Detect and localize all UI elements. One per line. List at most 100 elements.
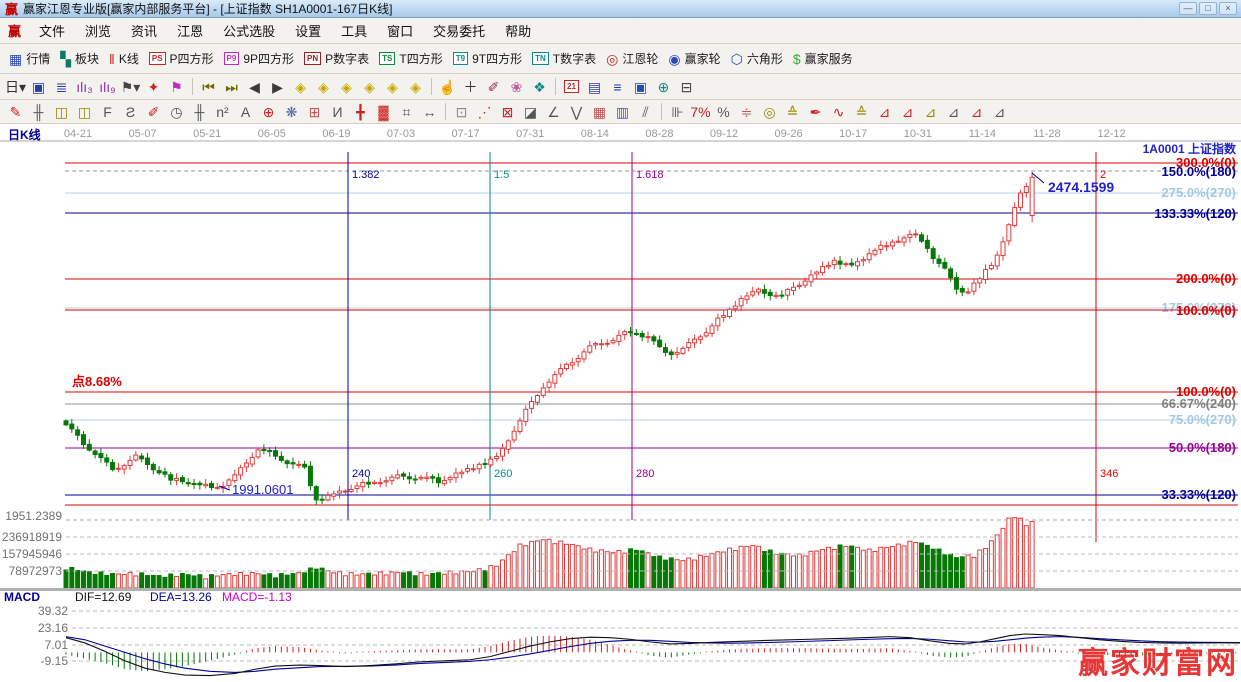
export-web-icon[interactable]: ⊕ xyxy=(652,77,675,97)
ink-tool-icon[interactable]: ✒ xyxy=(804,102,827,122)
ray-box-tool-icon[interactable]: ⊠ xyxy=(496,102,519,122)
four-angle-tool-icon[interactable]: ⊿ xyxy=(988,102,1011,122)
red-grid-tool-icon[interactable]: ▦ xyxy=(588,102,611,122)
gold-channel-tool-icon[interactable]: ≙ xyxy=(850,102,873,122)
menu-item-news[interactable]: 资讯 xyxy=(121,18,167,43)
kline-button[interactable]: ‖K线 xyxy=(104,48,144,69)
sectors-button[interactable]: ▚板块 xyxy=(55,48,104,69)
square-n2-tool-icon[interactable]: n² xyxy=(211,102,234,122)
zoom-h-shrink-icon[interactable]: ◈ xyxy=(358,77,381,97)
j-angle-tool-icon[interactable]: ⊿ xyxy=(873,102,896,122)
last-page-icon[interactable]: ⏭ xyxy=(220,77,243,97)
ruler-grid-tool-icon[interactable]: ╫ xyxy=(188,102,211,122)
menu-item-browse[interactable]: 浏览 xyxy=(75,18,121,43)
v-wave-tool-icon[interactable]: ⋁ xyxy=(565,102,588,122)
brush-tool-icon[interactable]: ✐ xyxy=(142,102,165,122)
street-angle-tool-icon[interactable]: ⊿ xyxy=(942,102,965,122)
menu-item-help[interactable]: 帮助 xyxy=(495,18,541,43)
smart-analysis-icon[interactable]: ❖ xyxy=(528,77,551,97)
first-page-icon[interactable]: ⏮ xyxy=(197,77,220,97)
quote-detail-panel-icon[interactable]: ≣ xyxy=(50,77,73,97)
percent-tool-icon[interactable]: % xyxy=(712,102,735,122)
menu-item-tools[interactable]: 工具 xyxy=(331,18,377,43)
percent-red-tool-icon[interactable]: 7% xyxy=(689,102,712,122)
page-next-icon[interactable]: ▶ xyxy=(266,77,289,97)
span-tool-icon[interactable]: ↔ xyxy=(418,102,441,122)
zoom-right-icon[interactable]: ◈ xyxy=(312,77,335,97)
box-tool-icon[interactable]: ⊡ xyxy=(450,102,473,122)
color-flag-chart-icon[interactable]: ⚑ xyxy=(165,77,188,97)
mirror-tool-icon[interactable]: A xyxy=(234,102,257,122)
gold-angle-tool-icon[interactable]: ⊿ xyxy=(919,102,942,122)
shade-box-tool-icon[interactable]: ◪ xyxy=(519,102,542,122)
menu-item-gann[interactable]: 江恩 xyxy=(167,18,213,43)
flag-marker-dropdown-icon[interactable]: ⚑▾ xyxy=(119,77,142,97)
percent-lines-tool-icon[interactable]: ≑ xyxy=(735,102,758,122)
stats-tool-icon[interactable]: ⊪ xyxy=(666,102,689,122)
web-grid-tool-icon[interactable]: ⊞ xyxy=(303,102,326,122)
close-button[interactable]: × xyxy=(1219,2,1237,15)
multi-window-icon[interactable]: ▣ xyxy=(27,77,50,97)
9p-square-button[interactable]: P99P四方形 xyxy=(219,48,299,69)
quotes-button[interactable]: ▦行情 xyxy=(4,48,55,69)
crosshair-icon[interactable]: ＋ xyxy=(459,77,482,97)
gold-circle-tool-icon[interactable]: ◎ xyxy=(758,102,781,122)
menu-item-formula-stock-pick[interactable]: 公式选股 xyxy=(213,18,285,43)
p-number-table-button[interactable]: PNP数字表 xyxy=(299,48,374,69)
t-square-button[interactable]: TST四方形 xyxy=(374,48,448,69)
gold-grid-tool-icon[interactable]: ◫ xyxy=(50,102,73,122)
grid-tool-icon[interactable]: ╫ xyxy=(27,102,50,122)
god-grid-tool-icon[interactable]: ╋ xyxy=(349,102,372,122)
zoom-left-icon[interactable]: ◈ xyxy=(289,77,312,97)
winner-wheel-button[interactable]: ◉赢家轮 xyxy=(663,48,725,69)
save-icon[interactable]: ▣ xyxy=(629,77,652,97)
menu-item-trade-entrust[interactable]: 交易委托 xyxy=(423,18,495,43)
zoom-out-icon[interactable]: ◈ xyxy=(404,77,427,97)
drag-hand-icon[interactable]: ☝ xyxy=(436,77,459,97)
t-number-table-button[interactable]: TNT数字表 xyxy=(527,48,601,69)
print-icon[interactable]: ⊟ xyxy=(675,77,698,97)
chart-canvas[interactable]: 日K线04-2105-0705-2106-0506-1907-0307-1707… xyxy=(0,124,1241,682)
menu-item-file[interactable]: 文件 xyxy=(29,18,75,43)
indicator-3-chart-icon[interactable]: ılı₃ xyxy=(73,77,96,97)
9t-square-button[interactable]: T99T四方形 xyxy=(448,48,527,69)
f-angle-tool-icon[interactable]: ⊿ xyxy=(896,102,919,122)
hexagon-button[interactable]: ⬡六角形 xyxy=(726,48,788,69)
pattern-search-icon[interactable]: ✦ xyxy=(142,77,165,97)
k-turn-tool-icon[interactable]: И xyxy=(326,102,349,122)
blue-grid-tool-icon[interactable]: ▥ xyxy=(611,102,634,122)
zoom-in-icon[interactable]: ◈ xyxy=(381,77,404,97)
zoom-h-expand-icon[interactable]: ◈ xyxy=(335,77,358,97)
fan-rays-tool-icon[interactable]: ⋰ xyxy=(473,102,496,122)
menu-item-window[interactable]: 窗口 xyxy=(377,18,423,43)
calendar-icon[interactable]: 21 xyxy=(560,77,583,97)
notepad-icon[interactable]: ≡ xyxy=(606,77,629,97)
gold-grid2-tool-icon[interactable]: ◫ xyxy=(73,102,96,122)
win-grid-tool-icon[interactable]: ▓ xyxy=(372,102,395,122)
winner-service-button[interactable]: $赢家服务 xyxy=(788,48,858,69)
win-angle-tool-icon[interactable]: ⊿ xyxy=(965,102,988,122)
minimize-button[interactable]: — xyxy=(1179,2,1197,15)
wave-overlay-tool-icon[interactable]: ∿ xyxy=(827,102,850,122)
gold-line-tool-icon[interactable]: ≙ xyxy=(781,102,804,122)
gann-wheel-button[interactable]: ◎江恩轮 xyxy=(601,48,663,69)
page-prev-icon[interactable]: ◀ xyxy=(243,77,266,97)
time-cycle-tool-icon[interactable]: ◷ xyxy=(165,102,188,122)
dense-grid-tool-icon[interactable]: ⌗ xyxy=(395,102,418,122)
period-selector-dropdown-icon[interactable]: 日▾ xyxy=(4,77,27,97)
slant-lines-tool-icon[interactable]: ⫽ xyxy=(634,102,657,122)
p-square-button[interactable]: PSP四方形 xyxy=(144,48,219,69)
indicator-9-chart-icon[interactable]: ılı₉ xyxy=(96,77,119,97)
gann-wheel-tool-icon[interactable]: ❋ xyxy=(280,102,303,122)
angle-lines-tool-icon[interactable]: ∠ xyxy=(542,102,565,122)
angle-measure-icon[interactable]: ✐ xyxy=(482,77,505,97)
pen-tool-icon[interactable]: ✎ xyxy=(4,102,27,122)
maximize-button[interactable]: □ xyxy=(1199,2,1217,15)
calculator-icon[interactable]: ▤ xyxy=(583,77,606,97)
gann-shape-icon[interactable]: ❀ xyxy=(505,77,528,97)
f-grid-tool-icon[interactable]: F xyxy=(96,102,119,122)
gann-circle-tool-icon[interactable]: ⊕ xyxy=(257,102,280,122)
menu-item-settings[interactable]: 设置 xyxy=(285,18,331,43)
volume-bar xyxy=(716,552,720,588)
spiral-tool-icon[interactable]: Ƨ xyxy=(119,102,142,122)
